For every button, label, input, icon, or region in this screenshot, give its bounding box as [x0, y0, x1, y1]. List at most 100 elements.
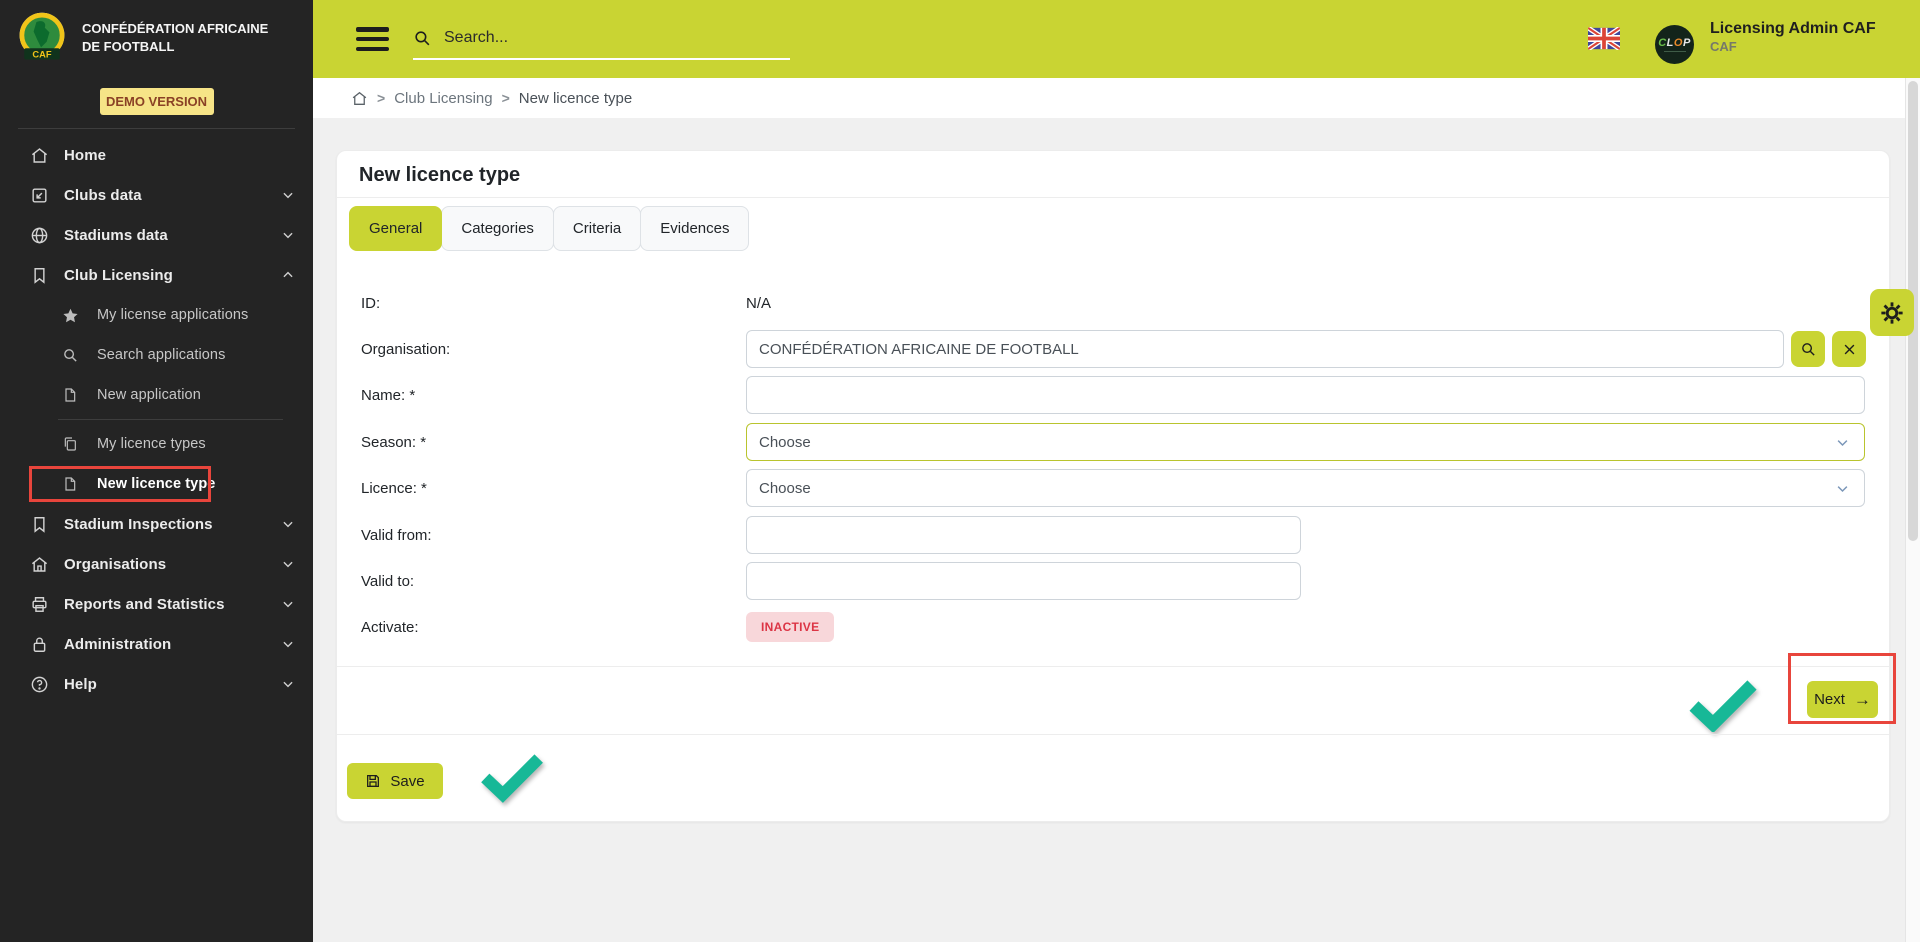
- valid-to-input[interactable]: [746, 562, 1301, 600]
- tab-criteria[interactable]: Criteria: [553, 206, 641, 251]
- page-scrollbar[interactable]: [1905, 78, 1920, 942]
- sidebar-item-clubs-data[interactable]: Clubs data: [0, 175, 313, 215]
- tab-evidences[interactable]: Evidences: [640, 206, 749, 251]
- name-label: Name: *: [361, 387, 746, 404]
- breadcrumb-home-icon[interactable]: [351, 90, 368, 107]
- help-icon: [30, 675, 50, 694]
- sidebar-item-help[interactable]: Help: [0, 664, 313, 704]
- svg-text:CAF: CAF: [32, 50, 51, 60]
- licence-selected-value: Choose: [759, 480, 811, 497]
- save-icon: [365, 773, 381, 789]
- tab-categories[interactable]: Categories: [441, 206, 554, 251]
- sidebar-item-home[interactable]: Home: [0, 135, 313, 175]
- sidebar-item-reports-and-statistics[interactable]: Reports and Statistics: [0, 584, 313, 624]
- avatar[interactable]: CLOP: [1655, 25, 1694, 64]
- brand-header: CAF CONFÉDÉRATION AFRICAINE DE FOOTBALL: [0, 0, 313, 76]
- id-label: ID:: [361, 295, 746, 312]
- topbar: CLOP Licensing Admin CAF CAF: [313, 0, 1920, 78]
- chevron-down-icon: [281, 677, 295, 691]
- name-input[interactable]: [746, 376, 1865, 414]
- chevron-down-icon: [1835, 481, 1850, 496]
- user-menu[interactable]: Licensing Admin CAF CAF: [1710, 20, 1876, 54]
- lock-icon: [30, 635, 50, 654]
- sidebar: CAF CONFÉDÉRATION AFRICAINE DE FOOTBALL …: [0, 0, 313, 942]
- clubs-data-icon: [30, 186, 50, 205]
- menu-toggle-button[interactable]: [356, 27, 389, 51]
- breadcrumb-current: New licence type: [519, 90, 632, 107]
- brand-org-name: CONFÉDÉRATION AFRICAINE DE FOOTBALL: [82, 20, 272, 55]
- season-select[interactable]: Choose: [746, 423, 1865, 461]
- title-divider: [337, 197, 1889, 198]
- search-input[interactable]: [444, 29, 744, 47]
- sidebar-item-search-applications[interactable]: Search applications: [0, 335, 313, 375]
- chevron-down-icon: [1835, 435, 1850, 450]
- building-icon: [30, 555, 50, 574]
- chevron-down-icon: [281, 228, 295, 242]
- chevron-up-icon: [281, 268, 295, 282]
- chevron-down-icon: [281, 188, 295, 202]
- form-row-activate: Activate: INACTIVE: [337, 608, 834, 646]
- file-icon: [62, 476, 82, 492]
- chevron-down-icon: [281, 517, 295, 531]
- submenu-divider: [58, 419, 283, 420]
- language-flag-uk-icon[interactable]: [1588, 27, 1620, 50]
- form-row-season: Season: * Choose: [337, 423, 1865, 461]
- user-name: Licensing Admin CAF: [1710, 20, 1876, 38]
- licence-select[interactable]: Choose: [746, 469, 1865, 507]
- valid-from-label: Valid from:: [361, 527, 746, 544]
- bookmark-icon: [30, 266, 50, 285]
- user-organisation: CAF: [1710, 39, 1876, 54]
- sidebar-item-new-licence-type[interactable]: New licence type: [0, 464, 313, 504]
- valid-from-input[interactable]: [746, 516, 1301, 554]
- form-row-name: Name: *: [337, 376, 1865, 414]
- sidebar-item-my-licence-types[interactable]: My licence types: [0, 424, 313, 464]
- settings-gear-button[interactable]: [1870, 289, 1914, 336]
- printer-icon: [30, 595, 50, 614]
- season-selected-value: Choose: [759, 434, 811, 451]
- activate-label: Activate:: [361, 619, 746, 636]
- global-search: [413, 18, 790, 60]
- caf-logo-icon: CAF: [14, 10, 70, 66]
- sidebar-item-club-licensing[interactable]: Club Licensing: [0, 255, 313, 295]
- chevron-down-icon: [281, 597, 295, 611]
- next-button[interactable]: Next →: [1807, 681, 1878, 718]
- organisation-search-button[interactable]: [1791, 331, 1825, 367]
- form-row-licence: Licence: * Choose: [337, 469, 1865, 507]
- home-icon: [30, 146, 50, 165]
- clop-logo: CLOP: [1658, 37, 1691, 49]
- save-divider: [337, 734, 1889, 735]
- search-icon: [413, 29, 432, 48]
- tabs: General Categories Criteria Evidences: [349, 206, 749, 251]
- sidebar-item-stadium-inspections[interactable]: Stadium Inspections: [0, 504, 313, 544]
- id-value: N/A: [746, 295, 771, 312]
- tab-general[interactable]: General: [349, 206, 442, 251]
- licence-label: Licence: *: [361, 480, 746, 497]
- main-content: New licence type General Categories Crit…: [313, 118, 1920, 942]
- season-label: Season: *: [361, 434, 746, 451]
- sidebar-item-administration[interactable]: Administration: [0, 624, 313, 664]
- organisation-clear-button[interactable]: [1832, 331, 1866, 367]
- sidebar-item-organisations[interactable]: Organisations: [0, 544, 313, 584]
- sidebar-item-my-license-applications[interactable]: My license applications: [0, 295, 313, 335]
- annotation-checkmark-save: [477, 749, 547, 805]
- chevron-down-icon: [281, 637, 295, 651]
- annotation-checkmark-next: [1685, 678, 1761, 732]
- bookmark-icon: [30, 515, 50, 534]
- arrow-right-icon: →: [1854, 690, 1871, 710]
- star-icon: [62, 307, 82, 324]
- organisation-input[interactable]: [746, 330, 1784, 368]
- copy-icon: [62, 436, 82, 452]
- save-button[interactable]: Save: [347, 763, 443, 799]
- demo-version-badge: DEMO VERSION: [100, 88, 214, 115]
- status-badge-inactive[interactable]: INACTIVE: [746, 612, 834, 642]
- form-row-valid-to: Valid to:: [337, 562, 1301, 600]
- breadcrumb-link-club-licensing[interactable]: Club Licensing: [394, 90, 492, 107]
- globe-icon: [30, 226, 50, 245]
- breadcrumb: > Club Licensing > New licence type: [313, 78, 1920, 118]
- page-title: New licence type: [359, 164, 520, 187]
- sidebar-item-stadiums-data[interactable]: Stadiums data: [0, 215, 313, 255]
- sidebar-item-new-application[interactable]: New application: [0, 375, 313, 415]
- organisation-label: Organisation:: [361, 341, 746, 358]
- form-row-id: ID: N/A: [337, 284, 771, 322]
- search-icon: [62, 347, 82, 364]
